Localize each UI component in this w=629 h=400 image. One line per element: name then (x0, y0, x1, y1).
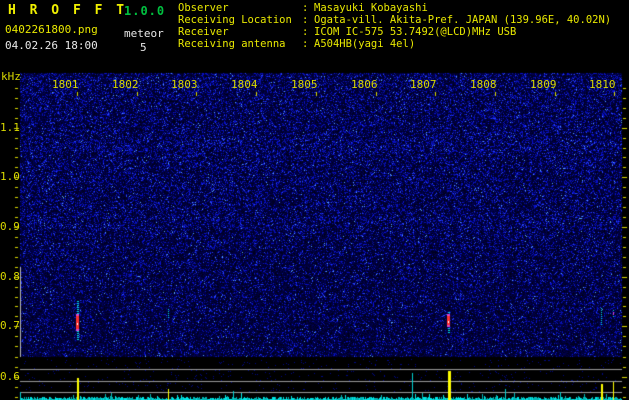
info-value: ICOM IC-575 53.7492(@LCD)MHz USB (314, 26, 517, 38)
info-colon: : (302, 26, 309, 38)
info-row-location: Receiving Location: Ogata-vill. Akita-Pre… (178, 14, 611, 26)
time-label-1801: 1801 (52, 78, 79, 91)
observation-datetime: 04.02.26 18:00 (5, 39, 98, 52)
time-label-1806: 1806 (351, 78, 378, 91)
info-value: A504HB(yagi 4el) (314, 38, 416, 50)
info-value: Masayuki Kobayashi (314, 2, 428, 14)
spectrogram-canvas (0, 0, 629, 400)
info-colon: : (302, 38, 309, 50)
freq-label-1.1: 1.1 (0, 121, 20, 134)
freq-label-0.9: 0.9 (0, 220, 20, 233)
info-row-receiver: Receiver: ICOM IC-575 53.7492(@LCD)MHz US… (178, 26, 611, 38)
info-label: Receiving Location (178, 14, 292, 26)
app-version: 1.0.0 (124, 4, 166, 18)
info-colon: : (302, 14, 309, 26)
freq-label-0.8: 0.8 (0, 270, 20, 283)
time-label-1807: 1807 (410, 78, 437, 91)
time-label-1809: 1809 (530, 78, 557, 91)
mode-label: meteor (124, 27, 164, 40)
output-filename: 0402261800.png (5, 23, 98, 36)
info-row-antenna: Receiving antenna: A504HB(yagi 4el) (178, 38, 611, 50)
info-colon: : (302, 2, 309, 14)
freq-axis-unit: kHz (1, 70, 21, 83)
time-label-1803: 1803 (171, 78, 198, 91)
time-label-1810: 1810 (589, 78, 616, 91)
info-label: Receiving antenna (178, 38, 286, 50)
meteor-count: 5 (140, 41, 147, 54)
freq-label-0.7: 0.7 (0, 319, 20, 332)
freq-label-1.0: 1.0 (0, 170, 20, 183)
hrofft-screen: H R O F F T 1.0.0 0402261800.png meteor … (0, 0, 629, 400)
app-title: H R O F F T (8, 3, 128, 18)
station-info: Observer: Masayuki Kobayashi Receiving Lo… (178, 2, 611, 50)
info-label: Observer (178, 2, 229, 14)
time-label-1805: 1805 (291, 78, 318, 91)
time-label-1804: 1804 (231, 78, 258, 91)
time-label-1802: 1802 (112, 78, 139, 91)
info-row-observer: Observer: Masayuki Kobayashi (178, 2, 611, 14)
freq-label-0.6: 0.6 (0, 370, 20, 383)
info-label: Receiver (178, 26, 229, 38)
info-value: Ogata-vill. Akita-Pref. JAPAN (139.96E, … (314, 14, 612, 26)
time-label-1808: 1808 (470, 78, 497, 91)
